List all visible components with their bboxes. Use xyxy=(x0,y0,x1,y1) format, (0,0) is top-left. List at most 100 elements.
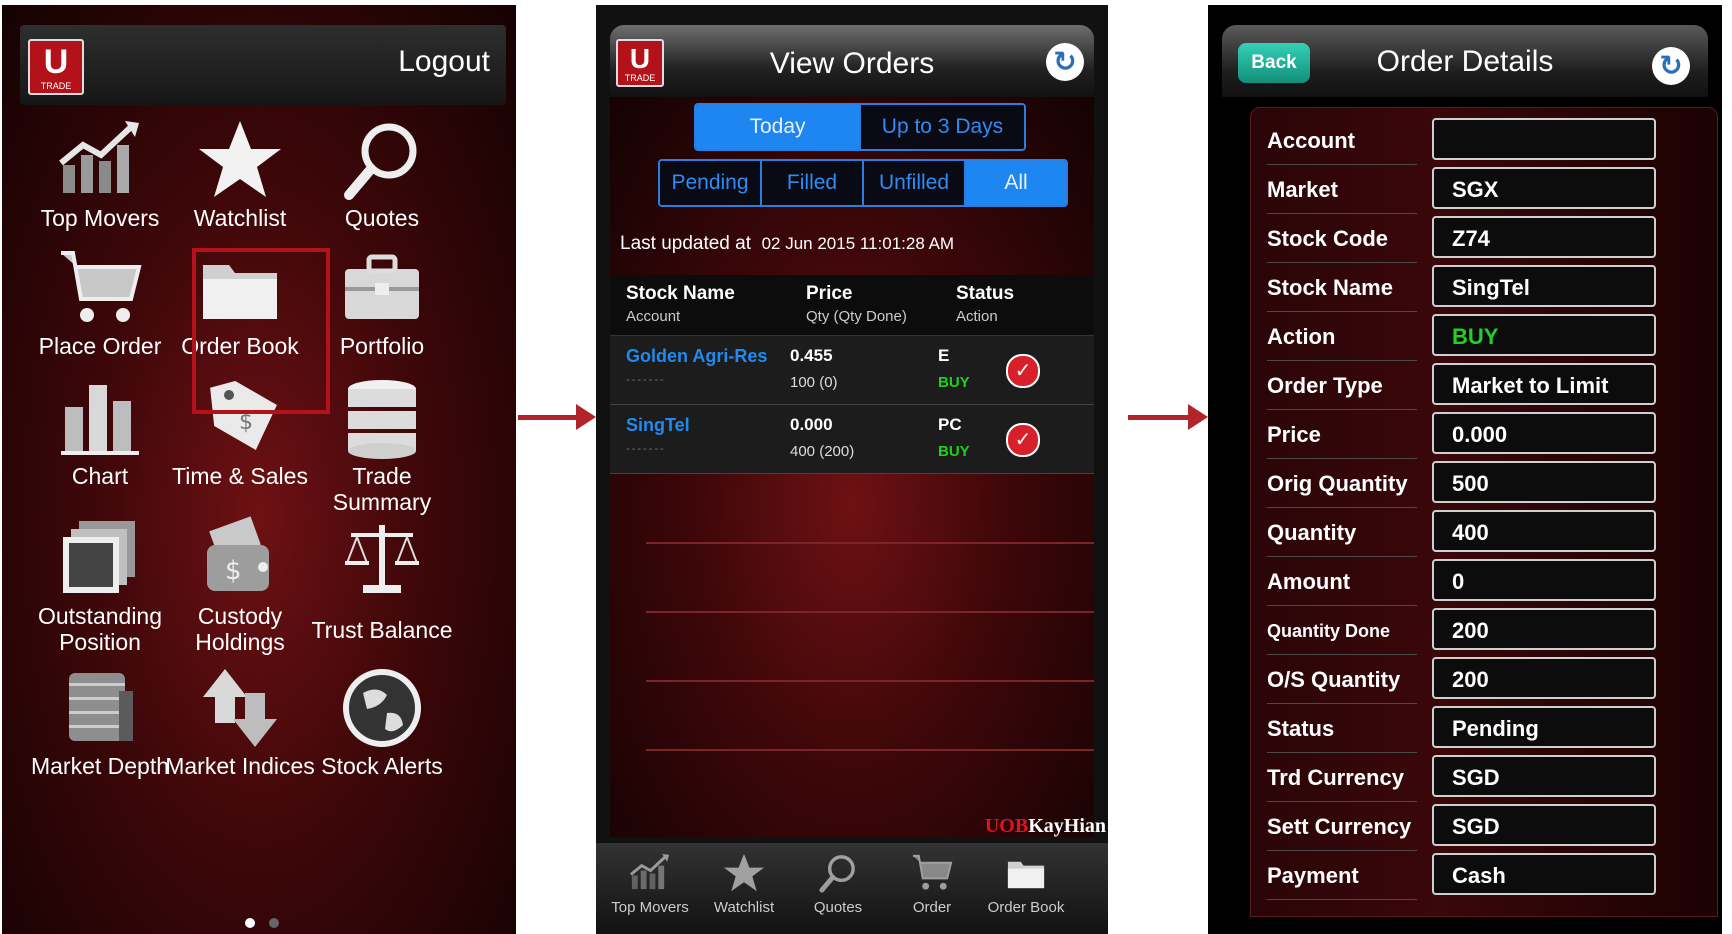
menu-item-label: Market Depth xyxy=(30,753,170,779)
detail-label: Action xyxy=(1267,324,1336,349)
detail-label: Orig Quantity xyxy=(1267,471,1408,496)
empty-row-divider xyxy=(646,680,1094,682)
order-account: ------- xyxy=(626,443,666,455)
detail-row-price: Price 0.000 xyxy=(1251,410,1717,459)
menu-item-market-indices[interactable]: Market Indices xyxy=(160,663,320,779)
detail-label: Payment xyxy=(1267,863,1359,888)
wallet-icon: $ xyxy=(195,513,285,603)
detail-row-order-type: Order Type Market to Limit xyxy=(1251,361,1717,410)
tab-up-to-3-days[interactable]: Up to 3 Days xyxy=(861,105,1024,149)
trend-chart-icon xyxy=(628,851,672,895)
coins-stack-icon xyxy=(55,663,145,753)
logout-button[interactable]: Logout xyxy=(398,45,490,79)
menu-item-stock-alerts[interactable]: Stock Alerts xyxy=(302,663,462,779)
tab-pending[interactable]: Pending xyxy=(660,161,762,205)
flow-arrow-1 xyxy=(518,404,596,430)
orders-body: Today Up to 3 Days Pending Filled Unfill… xyxy=(610,97,1094,837)
tabbar-label: Order Book xyxy=(987,899,1065,916)
page-indicator[interactable] xyxy=(240,915,284,933)
detail-row-quantity-done: Quantity Done 200 xyxy=(1251,606,1717,655)
order-stock-name[interactable]: SingTel xyxy=(626,415,690,436)
tab-filled[interactable]: Filled xyxy=(762,161,864,205)
menu-item-custody-holdings[interactable]: $ Custody Holdings xyxy=(160,513,320,655)
detail-row-o-s-quantity: O/S Quantity 200 xyxy=(1251,655,1717,704)
detail-label: Stock Name xyxy=(1267,275,1393,300)
detail-value: 200 xyxy=(1432,608,1656,650)
globe-icon xyxy=(337,663,427,753)
tab-unfilled[interactable]: Unfilled xyxy=(864,161,966,205)
page-dot-active[interactable] xyxy=(245,918,255,928)
detail-value: SGX xyxy=(1432,167,1656,209)
detail-label: Quantity Done xyxy=(1267,621,1391,641)
menu-item-label: Place Order xyxy=(38,333,162,359)
detail-row-stock-code: Stock Code Z74 xyxy=(1251,214,1717,263)
detail-label: Market xyxy=(1267,177,1338,202)
menu-item-top-movers[interactable]: Top Movers xyxy=(20,115,180,231)
star-icon xyxy=(722,851,766,895)
order-qty: 100 (0) xyxy=(790,374,838,391)
tabbar-label: Order xyxy=(912,899,952,916)
checkmark-icon[interactable]: ✓ xyxy=(1006,354,1040,388)
detail-label: Status xyxy=(1267,716,1335,741)
order-stock-name[interactable]: Golden Agri-Res xyxy=(626,346,767,367)
menu-item-label: Trust Balance xyxy=(311,617,453,643)
menu-item-market-depth[interactable]: Market Depth xyxy=(20,663,180,779)
detail-value: Pending xyxy=(1432,706,1656,748)
detail-value: 500 xyxy=(1432,461,1656,503)
star-icon xyxy=(195,115,285,205)
magnifier-icon xyxy=(816,851,860,895)
tabbar-item-order-book[interactable]: Order Book xyxy=(976,843,1076,916)
tabbar-label: Top Movers xyxy=(611,899,689,916)
menu-item-label: Stock Alerts xyxy=(321,753,443,779)
table-row[interactable]: Golden Agri-Res ------- 0.455 100 (0) E … xyxy=(610,336,1094,405)
detail-value xyxy=(1432,118,1656,160)
menu-item-quotes[interactable]: Quotes xyxy=(302,115,462,231)
bottom-tab-bar: Top Movers Watchlist Quotes Order Order Book xyxy=(596,843,1108,934)
page-dot[interactable] xyxy=(269,918,280,928)
refresh-icon[interactable]: ↻ xyxy=(1046,43,1084,81)
menu-item-label: Time & Sales xyxy=(172,463,308,489)
detail-value: Z74 xyxy=(1432,216,1656,258)
menu-item-label: Market Indices xyxy=(165,753,315,779)
menu-item-place-order[interactable]: Place Order xyxy=(20,243,180,359)
menu-item-chart[interactable]: Chart xyxy=(20,373,180,489)
tab-today[interactable]: Today xyxy=(696,105,861,149)
detail-label: O/S Quantity xyxy=(1267,667,1401,692)
briefcase-icon xyxy=(337,243,427,333)
order-action: BUY xyxy=(938,374,970,391)
detail-value: 0 xyxy=(1432,559,1656,601)
detail-label: Price xyxy=(1267,422,1321,447)
menu-item-label: Outstanding Position xyxy=(37,603,163,655)
date-range-tabs: Today Up to 3 Days xyxy=(694,103,1026,151)
orders-table-header: Stock Name Account Price Qty (Qty Done) St… xyxy=(610,275,1094,336)
empty-row-divider xyxy=(646,749,1094,751)
magnifier-icon xyxy=(337,115,427,205)
detail-row-payment: Payment Cash xyxy=(1251,851,1717,900)
checkmark-icon[interactable]: ✓ xyxy=(1006,423,1040,457)
utrade-logo: U TRADE xyxy=(28,39,84,95)
detail-row-trd-currency: Trd Currency SGD xyxy=(1251,753,1717,802)
detail-value: SGD xyxy=(1432,755,1656,797)
detail-row-quantity: Quantity 400 xyxy=(1251,508,1717,557)
tabbar-item-quotes[interactable]: Quotes xyxy=(788,843,888,916)
menu-item-label: Quotes xyxy=(344,205,420,231)
menu-item-label: Custody Holdings xyxy=(195,603,285,655)
order-account: ------- xyxy=(626,374,666,386)
order-details-screen: Back Order Details ↻ Account Market SGX Sto… xyxy=(1208,5,1722,934)
tabbar-item-top-movers[interactable]: Top Movers xyxy=(600,843,700,916)
menu-item-outstanding-position[interactable]: Outstanding Position xyxy=(20,513,180,655)
col-status: Status Action xyxy=(956,283,1015,325)
menu-header: U TRADE Logout xyxy=(20,25,506,105)
refresh-icon[interactable]: ↻ xyxy=(1652,47,1690,85)
order-book-highlight xyxy=(192,248,330,414)
detail-value: Market to Limit xyxy=(1432,363,1656,405)
menu-item-watchlist[interactable]: Watchlist xyxy=(160,115,320,231)
menu-item-trust-balance[interactable]: Trust Balance xyxy=(302,513,462,643)
tabbar-item-order[interactable]: Order xyxy=(882,843,982,916)
tabbar-item-watchlist[interactable]: Watchlist xyxy=(694,843,794,916)
tab-all[interactable]: All xyxy=(966,161,1066,205)
order-status: E xyxy=(938,346,950,365)
col-price: Price Qty (Qty Done) xyxy=(806,283,907,325)
order-status: PC xyxy=(938,415,962,434)
table-row[interactable]: SingTel ------- 0.000 400 (200) PC BUY ✓ xyxy=(610,405,1094,474)
